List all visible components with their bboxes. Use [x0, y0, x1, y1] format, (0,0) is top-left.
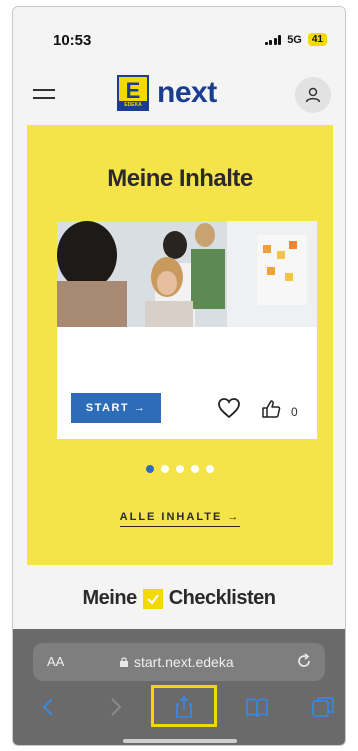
forward-icon[interactable] [101, 693, 129, 721]
edeka-logo-mark: E EDEKA [117, 75, 149, 111]
checklists-title-left: Meine [82, 587, 138, 609]
checklists-title: Meine Checklisten [13, 587, 345, 610]
all-content-label: ALLE INHALTE → [119, 511, 241, 527]
card-image[interactable] [57, 221, 317, 327]
card-body [57, 327, 317, 383]
profile-icon [305, 87, 321, 103]
network-label: 5G [287, 33, 302, 46]
carousel-dot[interactable] [206, 465, 214, 473]
lock-icon [120, 657, 128, 667]
start-button[interactable]: START → [71, 393, 161, 423]
url-display[interactable]: start.next.edeka [119, 654, 234, 670]
url-text: start.next.edeka [134, 654, 234, 670]
bookmarks-icon[interactable] [243, 693, 271, 721]
checkmark-icon [142, 588, 163, 609]
back-icon[interactable] [35, 693, 63, 721]
status-indicators: 5G 41 [264, 33, 327, 46]
content-card[interactable]: START → 0 [57, 221, 317, 439]
status-time: 10:53 [53, 32, 92, 49]
logo-sub: EDEKA [119, 101, 147, 109]
heart-icon[interactable] [217, 397, 241, 419]
carousel-dot[interactable] [146, 465, 154, 473]
phone-screen: 10:53 5G 41 E EDEKA next Meine Inhalte S… [12, 6, 346, 746]
app-header: E EDEKA next [13, 65, 345, 125]
edeka-next-logo[interactable]: E EDEKA next [117, 75, 217, 111]
logo-text: next [157, 76, 217, 109]
thumbs-up-icon[interactable] [261, 399, 281, 419]
tabs-icon[interactable] [309, 693, 337, 721]
status-bar: 10:53 5G 41 [13, 7, 345, 65]
browser-chrome: AA start.next.edeka [13, 629, 345, 745]
profile-button[interactable] [295, 77, 331, 113]
battery-badge: 41 [307, 33, 327, 46]
carousel-dot[interactable] [191, 465, 199, 473]
browser-toolbar [13, 685, 345, 735]
address-bar[interactable]: AA start.next.edeka [33, 643, 325, 681]
signal-icon [264, 34, 282, 45]
checklists-title-right: Checklisten [168, 587, 276, 609]
carousel-dots [27, 465, 333, 473]
like-count: 0 [291, 405, 298, 419]
checklists-section: Meine Checklisten [13, 567, 345, 637]
carousel-dot[interactable] [161, 465, 169, 473]
section-title: Meine Inhalte [107, 165, 253, 192]
all-content-link[interactable]: ALLE INHALTE → [27, 511, 333, 527]
reload-icon[interactable] [295, 652, 313, 670]
menu-icon[interactable] [33, 87, 55, 101]
reader-aa-button[interactable]: AA [47, 654, 64, 669]
carousel-dot[interactable] [176, 465, 184, 473]
share-icon[interactable] [170, 693, 198, 721]
home-indicator [123, 739, 237, 743]
content-section: Meine Inhalte START → 0 ALLE INHALTE → [27, 125, 333, 565]
